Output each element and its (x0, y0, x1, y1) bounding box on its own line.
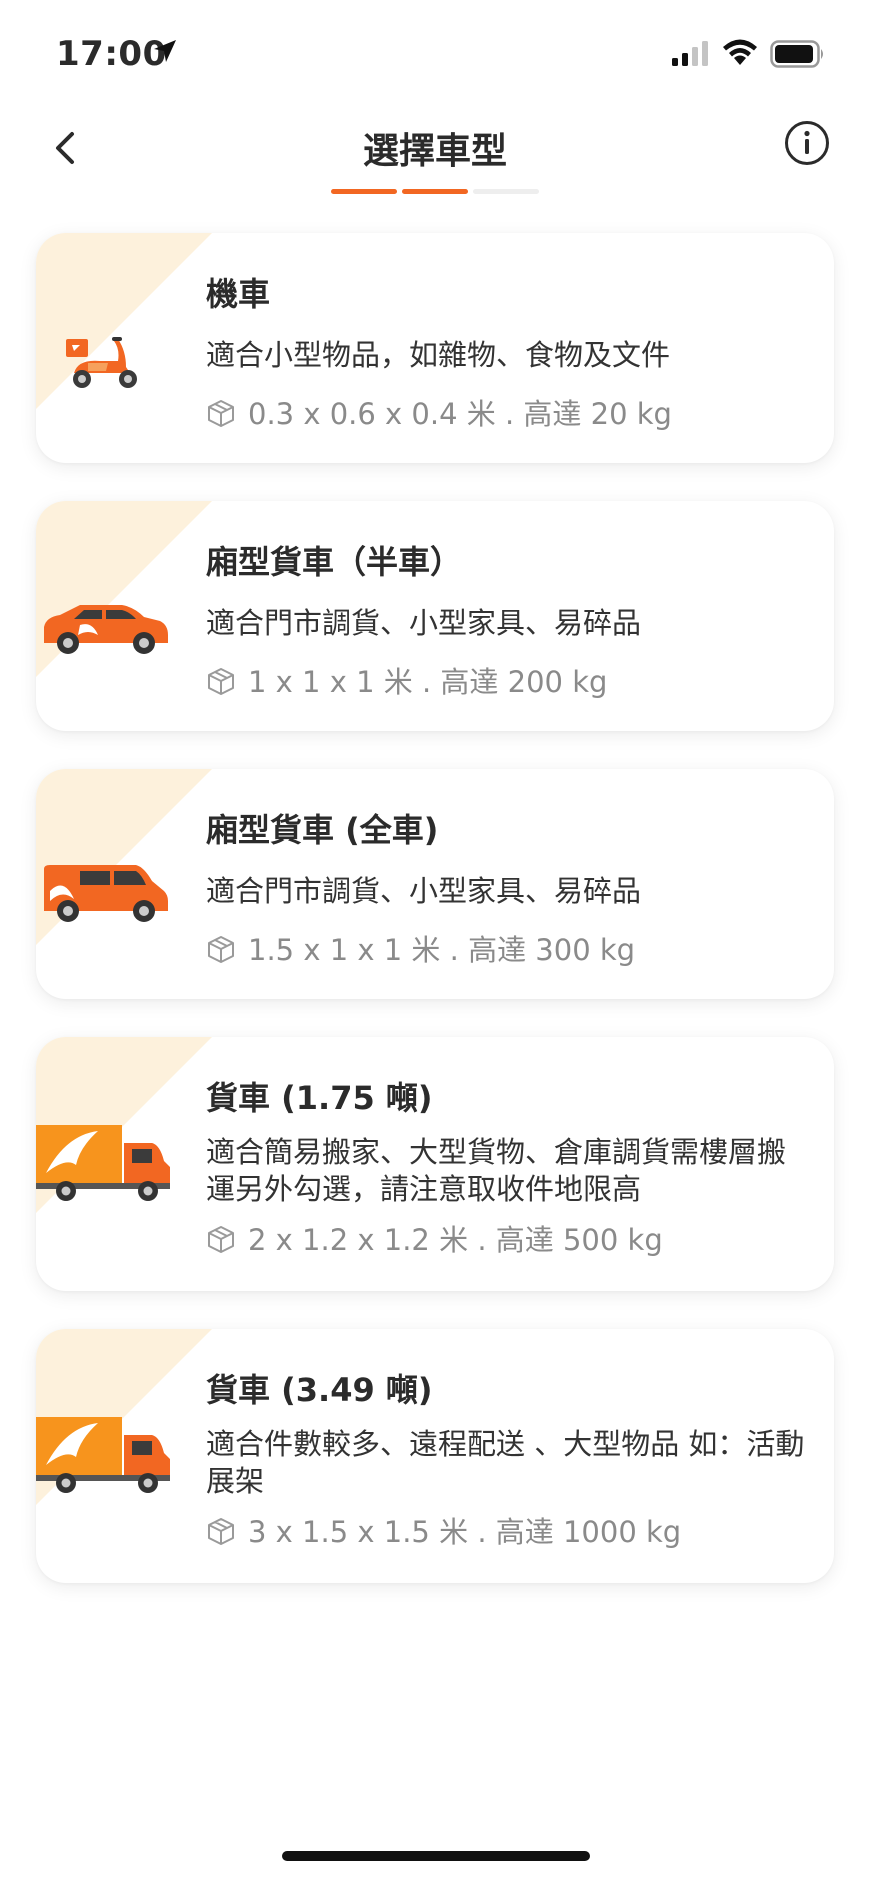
vehicle-description: 適合件數較多、遠程配送 、大型物品 如：活動展架 (206, 1427, 805, 1498)
vehicle-spec: 1.5 x 1 x 1 米 . 高達 300 kg (206, 927, 635, 969)
package-icon (208, 1226, 234, 1253)
scooter-icon (66, 337, 137, 388)
battery-icon (770, 40, 823, 68)
package-icon (208, 936, 234, 963)
vehicle-spec-text: 1.5 x 1 x 1 米 . 高達 300 kg (248, 933, 636, 967)
wifi-icon (723, 39, 757, 65)
status-bar: 17:00 (0, 0, 870, 110)
large-truck-icon (36, 1417, 170, 1493)
vehicle-spec: 3 x 1.5 x 1.5 米 . 高達 1000 kg (206, 1509, 681, 1551)
vehicle-title: 貨車 (3.49 噸) (206, 1371, 433, 1409)
van-icon (44, 865, 168, 922)
vehicle-card-truck-349[interactable]: 貨車 (3.49 噸) 適合件數較多、遠程配送 、大型物品 如：活動展架 3 x… (36, 1329, 834, 1583)
vehicle-description: 適合小型物品，如雜物、食物及文件 (206, 338, 671, 372)
page-title: 選擇車型 (362, 131, 507, 172)
vehicle-spec-text: 1 x 1 x 1 米 . 高達 200 kg (248, 665, 608, 699)
step-segment (473, 189, 539, 194)
step-segment (331, 189, 397, 194)
package-icon (208, 400, 234, 427)
vehicle-spec: 2 x 1.2 x 1.2 米 . 高達 500 kg (206, 1217, 663, 1259)
truck-icon (36, 1125, 170, 1201)
location-arrow-icon (154, 40, 176, 62)
vehicle-spec-text: 0.3 x 0.6 x 0.4 米 . 高達 20 kg (248, 397, 672, 431)
vehicle-spec: 0.3 x 0.6 x 0.4 米 . 高達 20 kg (206, 391, 672, 433)
home-indicator[interactable] (282, 1851, 590, 1861)
vehicle-spec: 1 x 1 x 1 米 . 高達 200 kg (206, 659, 607, 701)
vehicle-description: 適合簡易搬家、大型貨物、倉庫調貨需樓層搬運另外勾選，請注意取收件地限高 (206, 1135, 787, 1206)
package-icon (208, 668, 234, 695)
vehicle-spec-text: 3 x 1.5 x 1.5 米 . 高達 1000 kg (248, 1515, 682, 1549)
vehicle-title: 廂型貨車 (全車) (206, 811, 439, 849)
vehicle-title: 廂型貨車（半車） (206, 543, 463, 581)
info-button[interactable] (784, 120, 830, 166)
step-segment (402, 189, 468, 194)
vehicle-card-truck-175[interactable]: 貨車 (1.75 噸) 適合簡易搬家、大型貨物、倉庫調貨需樓層搬運另外勾選，請注… (36, 1037, 834, 1291)
status-time: 17:00 (56, 34, 167, 74)
cellular-signal-icon (672, 41, 708, 66)
vehicle-card-scooter[interactable]: 機車 適合小型物品，如雜物、食物及文件 0.3 x 0.6 x 0.4 米 . … (36, 233, 834, 463)
vehicle-title: 機車 (206, 275, 271, 313)
vehicle-spec-text: 2 x 1.2 x 1.2 米 . 高達 500 kg (248, 1223, 663, 1257)
vehicle-title: 貨車 (1.75 噸) (206, 1079, 433, 1117)
package-icon (208, 1518, 234, 1545)
vehicle-description: 適合門市調貨、小型家具、易碎品 (206, 874, 642, 908)
vehicle-description: 適合門市調貨、小型家具、易碎品 (206, 606, 642, 640)
suv-icon (44, 605, 168, 654)
vehicle-card-half-van[interactable]: 廂型貨車（半車） 適合門市調貨、小型家具、易碎品 1 x 1 x 1 米 . 高… (36, 501, 834, 731)
vehicle-card-full-van[interactable]: 廂型貨車 (全車) 適合門市調貨、小型家具、易碎品 1.5 x 1 x 1 米 … (36, 769, 834, 999)
step-progress (331, 189, 541, 194)
